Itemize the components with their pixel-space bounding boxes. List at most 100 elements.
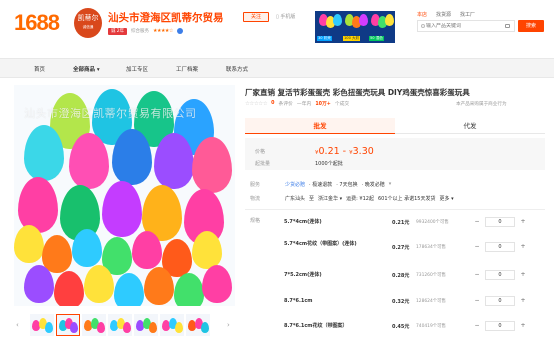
follow-button[interactable]: 关注 bbox=[243, 12, 269, 22]
banner-egg bbox=[385, 14, 394, 26]
sku-stock: 178634个可售 bbox=[416, 245, 446, 250]
shop-tags: 诚 2年 综合服务 ★★★★☆ bbox=[108, 27, 183, 35]
scope-this-shop[interactable]: 本店 bbox=[417, 11, 427, 18]
image-watermark: 汕头市澄海区凯蒂尔贸易有限公司 bbox=[24, 107, 197, 120]
service-item: · 极速退款 bbox=[309, 182, 333, 188]
nav-home[interactable]: 首页 bbox=[34, 65, 45, 73]
chevron-down-icon[interactable]: ▾ bbox=[389, 181, 392, 188]
quantity-input[interactable]: 0 bbox=[485, 270, 515, 280]
thumb-next-arrow[interactable]: › bbox=[227, 321, 230, 329]
ship-destination-label: 浙江金华 bbox=[318, 196, 339, 202]
sku-price: 0.21元 bbox=[392, 220, 410, 226]
increment-button[interactable]: + bbox=[517, 269, 529, 281]
shipping-more-label: 更多 bbox=[439, 196, 450, 202]
ship-destination[interactable]: 浙江金华 ▾ bbox=[318, 195, 342, 202]
promo-banner[interactable]: 30 彩壳 100 大彩 50 混色 bbox=[315, 11, 395, 43]
quantity-input[interactable]: 0 bbox=[485, 321, 515, 331]
nav-processing[interactable]: 加工专区 bbox=[126, 65, 148, 73]
shop-avatar[interactable]: 凯蒂尔 诚信通 bbox=[74, 8, 102, 38]
price-range: ¥0.21 - ¥3.30 bbox=[315, 146, 374, 157]
delivery-promise: 601个以上 承诺15天发货 bbox=[377, 196, 436, 202]
egg-shape bbox=[54, 271, 84, 306]
thumbnail[interactable] bbox=[134, 314, 158, 336]
shop-rating-stars: ★★★★☆ bbox=[152, 28, 173, 34]
quantity-stepper: − 0 + bbox=[471, 320, 531, 332]
thumbnail[interactable] bbox=[30, 314, 54, 336]
search-input[interactable] bbox=[426, 23, 496, 29]
decrement-button[interactable]: − bbox=[471, 320, 483, 332]
sku-price: 0.32元 bbox=[392, 299, 410, 305]
rating-count[interactable]: 0 bbox=[271, 101, 274, 106]
thumb-egg bbox=[45, 322, 53, 333]
moq-label: 起批量 bbox=[255, 161, 271, 167]
price-from: 0.21 bbox=[318, 146, 340, 157]
nav-contact[interactable]: 联系方式 bbox=[226, 65, 248, 73]
decrement-button[interactable]: − bbox=[471, 295, 483, 307]
chengxin-badge: 诚 2年 bbox=[108, 27, 127, 35]
camera-icon[interactable] bbox=[505, 24, 510, 28]
thumb-egg bbox=[123, 322, 131, 333]
thumbnail[interactable] bbox=[82, 314, 106, 336]
service-item[interactable]: 少货必赔 bbox=[285, 181, 305, 188]
sku-row: 5.7*4cm花纹（带图案）(连体) 0.27元 178634个可售 − 0 + bbox=[284, 241, 544, 259]
avatar-main-text: 凯蒂尔 bbox=[77, 14, 99, 22]
decrement-button[interactable]: − bbox=[471, 269, 483, 281]
thumbnail-selected[interactable] bbox=[56, 314, 80, 336]
increment-button[interactable]: + bbox=[517, 216, 529, 228]
sku-price: 0.27元 bbox=[392, 245, 410, 251]
sold-unit: 个成交 bbox=[334, 102, 350, 107]
scope-find-supply[interactable]: 找货源 bbox=[436, 11, 451, 18]
search-scope-tabs: 本店 找货源 找工厂 bbox=[417, 11, 475, 18]
increment-button[interactable]: + bbox=[517, 295, 529, 307]
sku-row: 8.7*6.1cm 0.32元 128624个可售 − 0 + bbox=[284, 295, 544, 316]
search-box bbox=[417, 20, 515, 32]
quantity-stepper: − 0 + bbox=[471, 269, 531, 281]
banner-label: 30 彩壳 bbox=[317, 36, 332, 41]
sku-stock: 128624个可售 bbox=[416, 299, 446, 304]
quantity-input[interactable]: 0 bbox=[485, 217, 515, 227]
increment-button[interactable]: + bbox=[517, 241, 529, 253]
thumbnail[interactable] bbox=[108, 314, 132, 336]
shipping-label: 物流 bbox=[250, 196, 261, 202]
rating-label: 条评价 bbox=[278, 102, 293, 107]
tab-wholesale[interactable]: 批发 bbox=[245, 118, 395, 134]
scope-find-factory[interactable]: 找工厂 bbox=[460, 11, 475, 18]
thumbnail[interactable] bbox=[186, 314, 210, 336]
product-title: 厂家直销 复活节彩蛋蛋壳 彩色扭蛋壳玩具 DIY鸡蛋壳惊喜彩蛋玩具 bbox=[245, 88, 470, 97]
nav-all-products[interactable]: 全部商品 ▾ bbox=[73, 65, 100, 73]
shipping-fee: 运费: ¥12起 bbox=[346, 196, 374, 202]
egg-shape bbox=[72, 229, 102, 267]
sku-name: 8.7*6.1cm花纹（带图案） bbox=[284, 323, 348, 329]
mobile-version-label: 手机版 bbox=[280, 14, 296, 20]
mobile-version-link[interactable]: ▯ 手机版 bbox=[276, 12, 295, 22]
quantity-input[interactable]: 0 bbox=[485, 242, 515, 252]
site-logo[interactable]: 1688 bbox=[14, 10, 60, 36]
decrement-button[interactable]: − bbox=[471, 241, 483, 253]
price-to: 3.30 bbox=[352, 146, 374, 157]
sku-name: 5.7*4cm(连体) bbox=[284, 219, 322, 225]
tab-dropship[interactable]: 代发 bbox=[395, 118, 545, 134]
shop-name[interactable]: 汕头市澄海区凯蒂尔贸易 bbox=[108, 10, 224, 25]
quantity-input[interactable]: 0 bbox=[485, 296, 515, 306]
search-button[interactable]: 搜索 bbox=[518, 20, 544, 32]
egg-shape bbox=[144, 267, 174, 305]
shipping-row: 物流 广东汕头 至 浙江金华 ▾ 运费: ¥12起 601个以上 承诺15天发货… bbox=[250, 195, 454, 202]
quantity-stepper: − 0 + bbox=[471, 295, 531, 307]
sku-label: 规格 bbox=[250, 218, 261, 224]
thumb-prev-arrow[interactable]: ‹ bbox=[16, 321, 19, 329]
thumb-egg bbox=[149, 322, 157, 333]
sku-name: 7*5.2cm(连体) bbox=[284, 272, 322, 278]
thumbnail[interactable] bbox=[160, 314, 184, 336]
egg-shape bbox=[18, 177, 58, 233]
sku-stock: 740419个可售 bbox=[416, 324, 446, 329]
shipping-more[interactable]: 更多 ▾ bbox=[439, 195, 453, 202]
quantity-stepper: − 0 + bbox=[471, 216, 531, 228]
supplier-note[interactable]: 本产品采购属于商业行为 bbox=[456, 101, 507, 107]
egg-shape bbox=[84, 265, 114, 303]
decrement-button[interactable]: − bbox=[471, 216, 483, 228]
egg-shape bbox=[192, 137, 232, 193]
increment-button[interactable]: + bbox=[517, 320, 529, 332]
nav-factory-profile[interactable]: 工厂档案 bbox=[176, 65, 198, 73]
sku-row: 5.7*4cm(连体) 0.21元 9932400个可售 − 0 + bbox=[284, 216, 544, 237]
quantity-stepper: − 0 + bbox=[471, 241, 531, 253]
